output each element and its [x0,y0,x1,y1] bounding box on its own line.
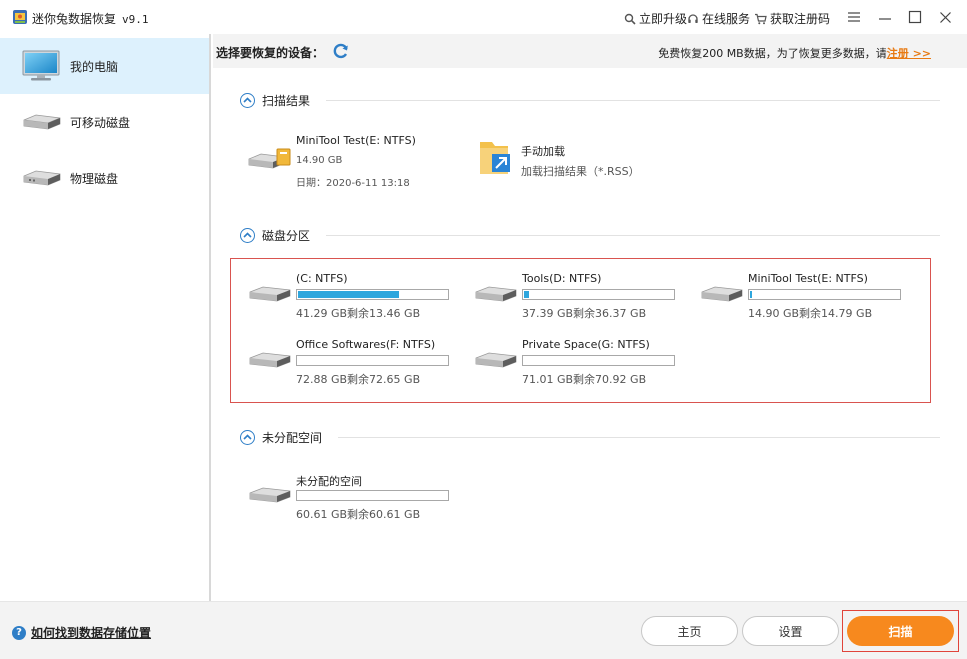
manual-load-desc: 加载扫描结果（*.RSS） [521,165,640,178]
upgrade-link[interactable]: 立即升级 [624,10,687,27]
maximize-icon [908,10,922,24]
section-divider [326,99,940,101]
result-date: 日期：2020-6-11 13:18 [296,178,410,189]
app-title: 迷你兔数据恢复 v9.1 [32,12,149,26]
usage-bar [522,355,675,366]
usage-bar [296,289,449,300]
partition-name: MiniTool Test(E: NTFS) [748,272,868,285]
upgrade-label: 立即升级 [639,12,688,26]
partition-name: Private Space(G: NTFS) [522,338,650,351]
cart-icon [755,13,767,24]
sidebar-item-label: 我的电脑 [70,59,119,74]
scan-button[interactable]: 扫描 [847,616,954,646]
chevron-up-icon[interactable] [240,92,255,108]
minimize-icon [879,18,891,20]
result-name: MiniTool Test(E: NTFS) [296,134,416,147]
settings-button[interactable]: 设置 [742,616,839,646]
manual-load-item[interactable]: 手动加载 加载扫描结果（*.RSS） [478,134,678,179]
partition-usage: 41.29 GB剩余13.46 GB [296,307,421,320]
partition-item[interactable]: Tools(D: NTFS) 37.39 GB剩余36.37 GB [474,272,679,322]
partition-item[interactable]: 未分配的空间 60.61 GB剩余60.61 GB [248,473,453,523]
help-label: 如何找到数据存储位置 [31,626,152,640]
drive-history-icon [248,148,291,169]
register-label: 获取注册码 [770,12,831,26]
search-icon [624,13,636,25]
footer-bar: ? 如何找到数据存储位置 主页 设置 扫描 [0,601,967,659]
usage-bar [522,289,675,300]
section-title: 磁盘分区 [262,228,311,243]
partition-item[interactable]: Office Softwares(F: NTFS) 72.88 GB剩余72.65… [248,338,453,388]
sidebar-item-my-computer[interactable]: 我的电脑 [0,38,209,94]
section-divider [326,234,940,236]
sidebar-item-label: 物理磁盘 [70,171,119,186]
partition-usage: 60.61 GB剩余60.61 GB [296,508,421,521]
device-select-header: 选择要恢复的设备： 免费恢复200 MB数据，为了恢复更多数据，请注册 >> [213,34,967,68]
close-icon [939,11,951,23]
partition-name: (C: NTFS) [296,272,348,285]
online-service-link[interactable]: 在线服务 [687,10,750,27]
page-title: 选择要恢复的设备： [216,46,325,60]
help-link[interactable]: ? 如何找到数据存储位置 [12,624,151,641]
title-bar: 迷你兔数据恢复 v9.1 立即升级 在线服务 获取注册码 [0,0,967,34]
chevron-up-icon[interactable] [240,429,255,445]
chevron-up-icon[interactable] [240,227,255,243]
drive-icon [475,286,517,302]
drive-icon [475,352,517,368]
partition-usage: 37.39 GB剩余36.37 GB [522,307,647,320]
menu-icon [848,12,860,22]
section-unallocated[interactable]: 未分配空间 [240,428,940,446]
section-partitions[interactable]: 磁盘分区 [240,226,940,244]
section-title: 未分配空间 [262,430,323,445]
partition-name: Tools(D: NTFS) [522,272,602,285]
partition-item[interactable]: (C: NTFS) 41.29 GB剩余13.46 GB [248,272,453,322]
partition-item[interactable]: Private Space(G: NTFS) 71.01 GB剩余70.92 GB [474,338,679,388]
usage-bar-fill [524,291,529,298]
free-quota-notice: 免费恢复200 MB数据，为了恢复更多数据，请注册 >> [658,45,931,61]
minimize-button[interactable] [874,6,896,28]
usage-bar [748,289,901,300]
usage-bar [296,355,449,366]
partition-usage: 71.01 GB剩余70.92 GB [522,373,647,386]
sidebar-item-label: 可移动磁盘 [70,115,131,130]
register-link[interactable]: 注册 >> [887,47,931,60]
result-size: 14.90 GB [296,155,343,166]
partition-item[interactable]: MiniTool Test(E: NTFS) 14.90 GB剩余14.79 GB [700,272,905,322]
scan-button-highlight: 扫描 [842,610,959,652]
drive-icon [23,170,61,186]
drive-icon [23,114,61,130]
partition-usage: 14.90 GB剩余14.79 GB [748,307,873,320]
home-button[interactable]: 主页 [641,616,738,646]
section-scan-results[interactable]: 扫描结果 [240,91,940,109]
refresh-icon[interactable] [332,42,350,60]
computer-icon [22,50,60,81]
sidebar: 我的电脑 可移动磁盘 物理磁盘 [0,34,211,601]
partition-usage: 72.88 GB剩余72.65 GB [296,373,421,386]
headset-icon [688,13,698,23]
sidebar-item-physical-disk[interactable]: 物理磁盘 [0,150,209,206]
section-divider [338,436,940,438]
register-code-link[interactable]: 获取注册码 [754,10,830,27]
partition-name: Office Softwares(F: NTFS) [296,338,436,351]
manual-load-name: 手动加载 [521,145,565,158]
partition-name: 未分配的空间 [296,475,362,488]
question-icon: ? [12,625,26,640]
section-title: 扫描结果 [262,93,311,108]
menu-button[interactable] [843,6,865,28]
usage-bar-fill [750,291,752,298]
notice-text: 免费恢复200 MB数据，为了恢复更多数据，请 [658,47,887,60]
scan-result-item[interactable]: MiniTool Test(E: NTFS) 14.90 GB 日期：2020-… [247,134,437,189]
maximize-button[interactable] [904,6,926,28]
usage-bar-fill [298,291,399,298]
drive-icon [249,487,291,503]
close-button[interactable] [934,6,956,28]
service-label: 在线服务 [702,12,751,26]
folder-load-icon [480,142,510,174]
drive-icon [249,352,291,368]
app-logo-icon [13,10,27,24]
sidebar-item-removable-disk[interactable]: 可移动磁盘 [0,94,209,150]
usage-bar [296,490,449,501]
drive-icon [701,286,743,302]
drive-icon [249,286,291,302]
